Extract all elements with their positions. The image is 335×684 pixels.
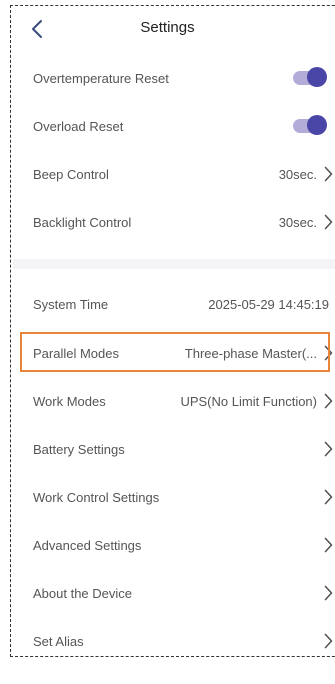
overload-reset-toggle[interactable] <box>293 115 327 137</box>
chevron-right-icon <box>321 585 335 601</box>
page-title: Settings <box>140 19 195 36</box>
battery-settings-label: Battery Settings <box>33 441 125 457</box>
toggle-knob <box>307 115 327 135</box>
overtemperature-reset-toggle[interactable] <box>293 67 327 89</box>
chevron-right-icon <box>321 393 335 409</box>
work-control-settings-row[interactable]: Work Control Settings <box>13 473 335 521</box>
overtemperature-reset-row: Overtemperature Reset <box>13 54 335 102</box>
section-divider <box>13 259 335 269</box>
system-time-row[interactable]: System Time 2025-05-29 14:45:19 <box>13 280 335 328</box>
toggle-knob <box>307 67 327 87</box>
work-modes-value: UPS(No Limit Function) <box>180 393 317 409</box>
parallel-modes-value: Three-phase Master(... <box>184 345 317 361</box>
chevron-right-icon <box>321 633 335 649</box>
set-alias-label: Set Alias <box>33 633 84 649</box>
parallel-modes-label: Parallel Modes <box>33 345 119 361</box>
overload-reset-row: Overload Reset <box>13 102 335 150</box>
advanced-settings-row[interactable]: Advanced Settings <box>13 521 335 569</box>
overload-reset-label: Overload Reset <box>33 118 124 134</box>
work-modes-row[interactable]: Work Modes UPS(No Limit Function) <box>13 377 335 425</box>
parallel-modes-row[interactable]: Parallel Modes Three-phase Master(... <box>13 329 335 377</box>
chevron-right-icon <box>321 345 335 361</box>
work-modes-label: Work Modes <box>33 393 106 409</box>
overtemperature-reset-label: Overtemperature Reset <box>33 70 169 86</box>
backlight-control-value: 30sec. <box>278 214 317 230</box>
battery-settings-row[interactable]: Battery Settings <box>13 425 335 473</box>
about-device-row[interactable]: About the Device <box>13 569 335 617</box>
backlight-control-label: Backlight Control <box>33 214 132 230</box>
settings-screen: Settings Overtemperature Reset Overload … <box>0 0 335 684</box>
set-alias-row[interactable]: Set Alias <box>13 617 335 665</box>
beep-control-value: 30sec. <box>278 166 317 182</box>
system-time-value: 2025-05-29 14:45:19 <box>208 296 329 312</box>
advanced-settings-label: Advanced Settings <box>33 537 142 553</box>
header-bar: Settings <box>0 0 335 58</box>
beep-control-row[interactable]: Beep Control 30sec. <box>13 150 335 198</box>
work-control-settings-label: Work Control Settings <box>33 489 160 505</box>
beep-control-label: Beep Control <box>33 166 109 182</box>
system-time-label: System Time <box>33 296 109 312</box>
chevron-right-icon <box>321 214 335 230</box>
backlight-control-row[interactable]: Backlight Control 30sec. <box>13 198 335 246</box>
chevron-right-icon <box>321 166 335 182</box>
about-device-label: About the Device <box>33 585 133 601</box>
chevron-right-icon <box>321 441 335 457</box>
chevron-right-icon <box>321 537 335 553</box>
chevron-right-icon <box>321 489 335 505</box>
